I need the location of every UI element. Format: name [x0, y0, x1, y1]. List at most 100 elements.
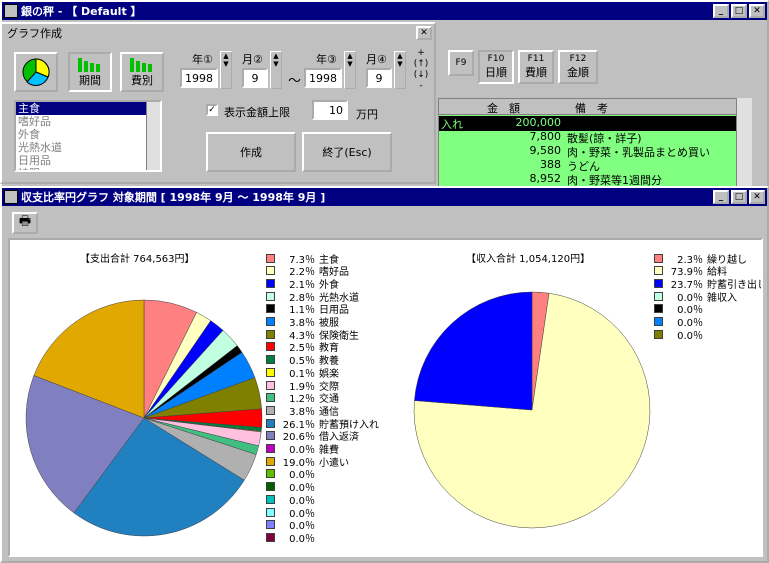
- close-button[interactable]: ✕: [749, 4, 765, 18]
- pie-slice: [414, 291, 533, 411]
- legend-swatch: [266, 291, 275, 301]
- f10-day-order-button[interactable]: F10 日順: [478, 50, 514, 84]
- chart-maximize-button[interactable]: □: [731, 190, 747, 204]
- legend-swatch: [266, 304, 275, 314]
- f11-expense-order-button[interactable]: F11 費順: [518, 50, 554, 84]
- legend-row: 3.8％ 被服: [266, 316, 339, 329]
- legend-swatch: [266, 520, 275, 530]
- exit-button[interactable]: 終了(Esc): [302, 132, 392, 172]
- legend-row: 0.0％: [266, 506, 319, 520]
- legend-swatch: [266, 355, 275, 365]
- chart-title: 【支出合計 764,563円】: [80, 254, 195, 265]
- graph-dialog-titlebar: グラフ作成 ✕: [2, 24, 434, 42]
- app-icon: [4, 4, 18, 18]
- legend-row: 3.8％ 通信: [266, 404, 339, 418]
- row-amount: 7,800: [529, 130, 562, 143]
- category-mode-button[interactable]: 費別: [120, 52, 164, 92]
- legend-row: 2.3％ 繰り越し: [654, 252, 747, 266]
- legend-swatch: [266, 431, 275, 441]
- table-row[interactable]: 8,952 肉・野菜等1週間分: [439, 172, 749, 187]
- legend-row: 20.6％ 借入返済: [266, 430, 359, 443]
- limit-checkbox-label: 表示金額上限: [224, 106, 290, 119]
- legend-row: 0.5％ 教養: [266, 354, 339, 367]
- year3-field[interactable]: 1998: [304, 68, 342, 88]
- legend-row: 0.0％ 雑費: [266, 443, 339, 456]
- bar-icon-2: [130, 58, 152, 72]
- graph-dialog-title: グラフ作成: [7, 27, 62, 40]
- print-button[interactable]: 🖶: [12, 212, 38, 234]
- legend-swatch: [654, 317, 663, 326]
- legend-row: 2.5％ 教育: [266, 341, 339, 354]
- legend-row: 2.1％ 外食: [266, 277, 339, 291]
- table-scrollbar[interactable]: [736, 98, 752, 188]
- chart-minimize-button[interactable]: _: [713, 190, 729, 204]
- legend-swatch: [266, 367, 275, 377]
- legend-row: 1.1％ 日用品: [266, 303, 349, 316]
- chart-canvas: 【支出合計 764,563円】 7.3％ 主食 2.2％ 嗜好品 2.1％ 外食 2.8％ 光熱…: [8, 238, 763, 557]
- legend-row: 26.1％ 貯蓄預け入れ: [266, 417, 379, 431]
- table-row[interactable]: 入れ 200,000: [439, 116, 749, 131]
- year1-label: 年①: [192, 53, 213, 66]
- category-list-item[interactable]: 被服: [16, 167, 146, 170]
- create-button[interactable]: 作成: [206, 132, 296, 172]
- limit-value-field[interactable]: 10: [312, 100, 348, 120]
- chart-close-button[interactable]: ✕: [749, 190, 765, 204]
- month2-field[interactable]: 9: [242, 68, 268, 88]
- dialog-close-button[interactable]: ✕: [416, 26, 432, 40]
- legend-value: 0.0％: [677, 330, 703, 342]
- legend-label: 雑収入: [707, 292, 737, 304]
- legend-swatch: [266, 380, 275, 390]
- legend-row: 0.0％: [654, 328, 707, 342]
- legend-swatch: [266, 329, 275, 339]
- legend-row: 0.1％ 娯楽: [266, 366, 339, 380]
- category-list-item[interactable]: 日用品: [16, 154, 146, 167]
- category-list-scrollbar[interactable]: [146, 102, 160, 170]
- legend-swatch: [654, 278, 663, 288]
- main-title: 銀の秤 - 【 Default 】: [21, 5, 142, 18]
- legend-row: 73.9％ 給料: [654, 265, 727, 278]
- month4-spinner[interactable]: ▲ ▼: [394, 51, 406, 89]
- legend-row: 0.0％: [654, 316, 707, 329]
- pie-icon: [22, 58, 50, 86]
- legend-swatch: [266, 278, 275, 288]
- main-titlebar: 銀の秤 - 【 Default 】 _ □ ✕: [2, 2, 767, 20]
- legend-row: 0.0％: [266, 531, 319, 545]
- category-list-item[interactable]: 外食: [16, 128, 146, 141]
- year3-spinner[interactable]: ▲ ▼: [344, 51, 356, 89]
- month2-label: 月②: [242, 53, 263, 66]
- month4-field[interactable]: 9: [366, 68, 392, 88]
- legend-row: 7.3％ 主食: [266, 252, 339, 266]
- limit-checkbox[interactable]: ✓: [206, 104, 218, 116]
- table-row[interactable]: 7,800 散髪(諒・詳子): [439, 130, 749, 145]
- year1-spinner[interactable]: ▲ ▼: [220, 51, 232, 89]
- row-amount: 9,580: [529, 144, 562, 157]
- pie-type-button[interactable]: [14, 52, 58, 92]
- legend-row: 1.2％ 交通: [266, 392, 339, 405]
- f12-amount-order-button[interactable]: F12 金順: [558, 50, 598, 84]
- category-list-item[interactable]: 嗜好品: [16, 115, 146, 128]
- table-row[interactable]: 388 うどん: [439, 158, 749, 173]
- f9-button[interactable]: F9: [448, 50, 474, 76]
- legend-swatch: [654, 304, 663, 314]
- minimize-button[interactable]: _: [713, 4, 729, 18]
- category-listbox[interactable]: 主食嗜好品外食光熱水道日用品被服: [14, 100, 162, 172]
- year3-label: 年③: [316, 53, 337, 66]
- category-list-item[interactable]: 光熱水道: [16, 141, 146, 154]
- year1-field[interactable]: 1998: [180, 68, 218, 88]
- header-amount: 金 額: [487, 102, 520, 115]
- month4-label: 月④: [366, 53, 387, 66]
- category-list-item[interactable]: 主食: [16, 102, 146, 115]
- header-note: 備 考: [575, 102, 608, 115]
- legend-swatch: [266, 405, 275, 415]
- legend-row: 0.0％: [266, 468, 319, 481]
- table-row[interactable]: 9,580 肉・野菜・乳製品まとめ買い: [439, 144, 749, 159]
- legend-swatch: [654, 329, 663, 339]
- legend-row: 0.0％: [266, 519, 319, 532]
- period-mode-button[interactable]: 期間: [68, 52, 112, 92]
- legend-swatch: [266, 393, 275, 403]
- month2-spinner[interactable]: ▲ ▼: [270, 51, 282, 89]
- legend-row: 19.0％ 小遣い: [266, 455, 349, 469]
- maximize-button[interactable]: □: [731, 4, 747, 18]
- legend-swatch: [654, 266, 663, 276]
- legend-swatch: [266, 266, 275, 276]
